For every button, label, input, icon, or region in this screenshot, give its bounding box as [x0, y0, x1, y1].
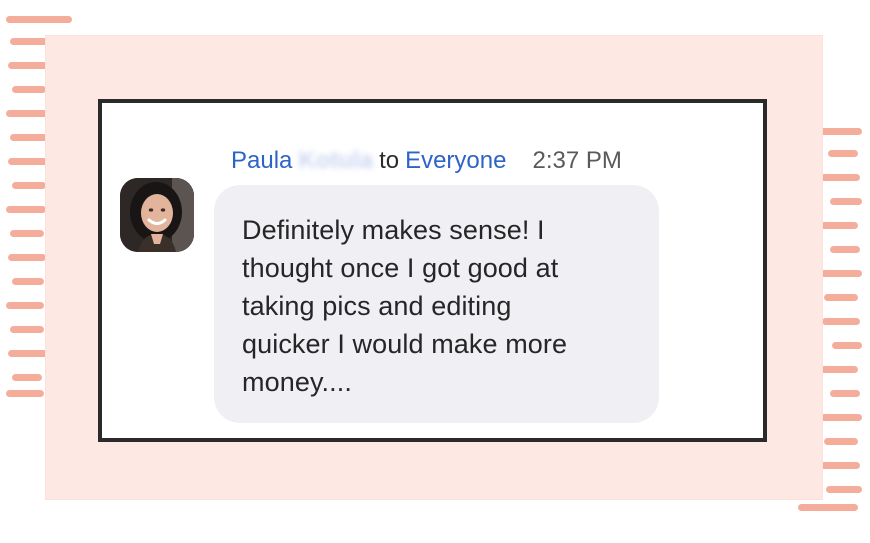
to-label: to — [379, 147, 400, 174]
page-canvas: Paula Kotula to Everyone 2:37 PM Definitely … — [0, 0, 870, 543]
message-bubble: Definitely makes sense! I thought once I… — [214, 185, 659, 423]
message-text: Definitely makes sense! I thought once I… — [242, 215, 568, 397]
user-avatar-icon — [120, 178, 194, 252]
chat-screenshot-panel: Paula Kotula to Everyone 2:37 PM Definitely … — [98, 99, 767, 442]
message-timestamp: 2:37 PM — [532, 147, 622, 174]
message-header: Paula Kotula to Everyone 2:37 PM — [231, 147, 622, 175]
sender-first-name[interactable]: Paula — [231, 147, 292, 174]
sender-last-name-blurred: Kotula — [298, 147, 374, 174]
avatar — [120, 178, 194, 252]
recipient-everyone[interactable]: Everyone — [405, 147, 506, 174]
